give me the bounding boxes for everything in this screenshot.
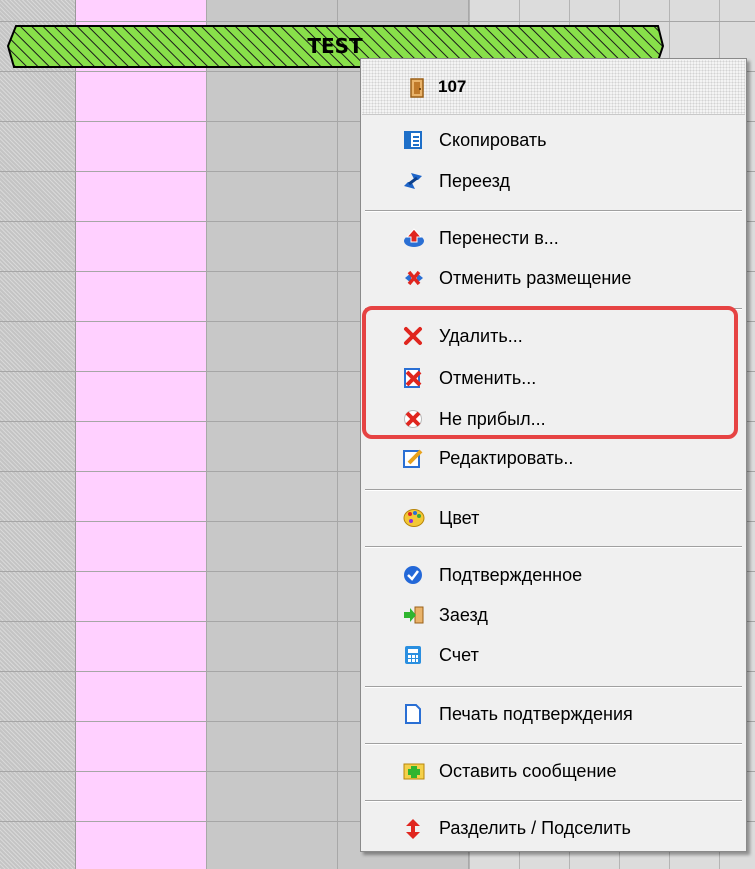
menu-item-label: Заезд bbox=[439, 605, 488, 625]
menu-item-label: Разделить / Подселить bbox=[439, 818, 631, 838]
red-x-icon bbox=[403, 326, 423, 346]
menu-item-transfer-to[interactable]: Перенести в... bbox=[363, 219, 744, 257]
transfer-icon bbox=[403, 228, 424, 248]
check-circle-icon bbox=[403, 565, 423, 585]
menu-item-cancel-placement[interactable]: Отменить размещение bbox=[363, 259, 744, 297]
cancel-placement-icon bbox=[403, 268, 423, 288]
menu-item-label: Подтвержденное bbox=[439, 565, 583, 585]
message-plus-icon bbox=[403, 761, 425, 781]
menu-separator bbox=[365, 686, 742, 688]
date-column-weekend[interactable] bbox=[76, 0, 207, 869]
menu-item-no-show[interactable]: Не прибыл... bbox=[363, 400, 744, 438]
copy-document-icon bbox=[403, 130, 423, 150]
context-menu: 107 Скопировать Переезд Перенести в... О… bbox=[360, 58, 747, 852]
room-column-hatched bbox=[0, 0, 76, 869]
menu-item-print-confirmation[interactable]: Печать подтверждения bbox=[363, 695, 744, 733]
menu-separator bbox=[365, 489, 742, 491]
menu-item-confirmed[interactable]: Подтвержденное bbox=[363, 556, 744, 594]
door-icon bbox=[410, 78, 424, 103]
cancel-document-icon bbox=[403, 368, 423, 388]
menu-item-label: Печать подтверждения bbox=[439, 704, 633, 724]
red-x-circle-icon bbox=[403, 409, 423, 429]
menu-item-color[interactable]: Цвет bbox=[363, 499, 744, 537]
menu-item-label: Оставить сообщение bbox=[439, 761, 617, 781]
grid-top-row bbox=[0, 0, 755, 22]
menu-item-label: Скопировать bbox=[439, 130, 547, 150]
menu-item-label: Не прибыл... bbox=[439, 409, 546, 429]
menu-item-label: Счет bbox=[439, 645, 479, 665]
menu-item-split[interactable]: Разделить / Подселить bbox=[363, 809, 744, 847]
menu-separator bbox=[365, 546, 742, 548]
menu-item-label: Перенести в... bbox=[439, 228, 559, 248]
menu-item-delete[interactable]: Удалить... bbox=[363, 317, 744, 355]
menu-item-label: Редактировать.. bbox=[439, 448, 574, 468]
menu-separator bbox=[365, 800, 742, 802]
date-column[interactable] bbox=[207, 0, 338, 869]
move-arrows-icon bbox=[403, 171, 423, 191]
menu-item-check-in[interactable]: Заезд bbox=[363, 596, 744, 634]
check-in-arrow-icon bbox=[403, 605, 424, 625]
menu-item-copy[interactable]: Скопировать bbox=[363, 121, 744, 159]
edit-pencil-icon bbox=[403, 448, 423, 468]
menu-separator bbox=[365, 308, 742, 310]
menu-item-edit[interactable]: Редактировать.. bbox=[363, 439, 744, 477]
menu-item-cancel[interactable]: Отменить... bbox=[363, 359, 744, 397]
menu-item-leave-message[interactable]: Оставить сообщение bbox=[363, 752, 744, 790]
calculator-icon bbox=[403, 645, 423, 665]
palette-icon bbox=[403, 508, 425, 528]
menu-item-invoice[interactable]: Счет bbox=[363, 636, 744, 674]
menu-item-label: Удалить... bbox=[439, 326, 523, 346]
menu-separator bbox=[365, 743, 742, 745]
split-arrows-icon bbox=[403, 818, 423, 839]
menu-header-room: 107 bbox=[362, 60, 745, 115]
menu-item-label: Переезд bbox=[439, 171, 510, 191]
document-icon bbox=[403, 704, 423, 724]
menu-item-label: Отменить... bbox=[439, 368, 537, 388]
room-number: 107 bbox=[438, 77, 467, 96]
menu-item-move[interactable]: Переезд bbox=[363, 162, 744, 200]
menu-separator bbox=[365, 210, 742, 212]
menu-item-label: Отменить размещение bbox=[439, 268, 632, 288]
menu-item-label: Цвет bbox=[439, 508, 480, 528]
